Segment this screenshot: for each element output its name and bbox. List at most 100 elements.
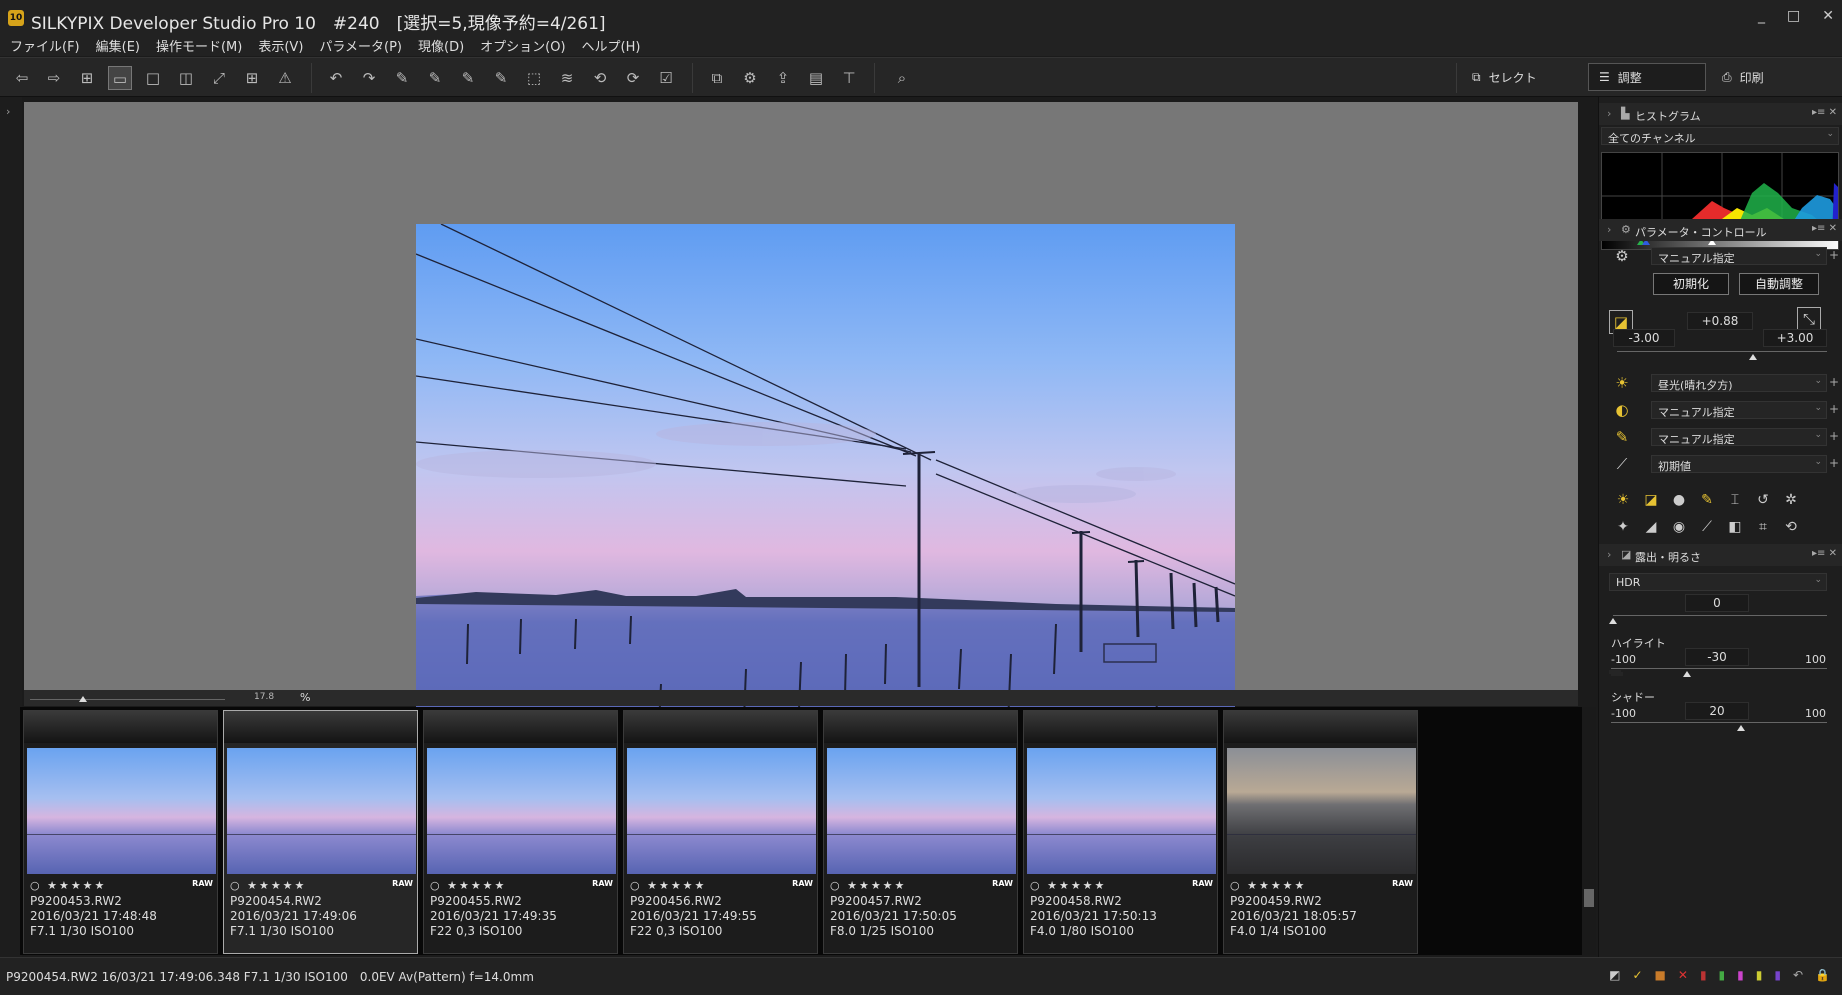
print-status-icon[interactable]: ◩ — [1609, 968, 1620, 982]
label-green-icon[interactable]: ▮ — [1719, 968, 1726, 982]
noise-select[interactable]: 初期値 ⌄ — [1651, 455, 1827, 473]
thumbnail-card[interactable]: ○ ★★★★★ RAW P9200458.RW2 2016/03/21 17:50:1… — [1023, 710, 1218, 954]
menu-view[interactable]: 表示(V) — [258, 34, 311, 56]
checkbox-icon[interactable]: ☑ — [654, 66, 678, 90]
rating-stars[interactable]: ○ ★★★★★ — [430, 879, 506, 892]
close-button[interactable]: ✕ — [1822, 8, 1834, 24]
zoom-slider-knob[interactable] — [79, 696, 88, 702]
check-mark-icon[interactable]: ✓ — [1632, 968, 1642, 982]
label-pink-icon[interactable]: ▮ — [1737, 968, 1744, 982]
compare-view-icon[interactable]: ◫ — [174, 66, 198, 90]
rotate-left-icon[interactable]: ⟲ — [588, 66, 612, 90]
exposure-value-field[interactable]: +0.88 — [1687, 312, 1753, 330]
loupe-icon[interactable]: ⌕ — [890, 66, 914, 90]
mode-print-button[interactable]: ⎙ 印刷 — [1712, 63, 1832, 91]
paste-params-icon[interactable]: ✎ — [423, 66, 447, 90]
menu-file[interactable]: ファイル(F) — [10, 34, 88, 56]
exposure-max-field[interactable]: +3.00 — [1763, 329, 1827, 347]
exposure-panel-header[interactable]: › ◪ 露出・明るさ ▸≡ ✕ — [1599, 544, 1842, 566]
thumbnail-image[interactable] — [627, 748, 816, 874]
add-noise-icon[interactable]: + — [1829, 456, 1839, 470]
label-yellow-icon[interactable]: ▮ — [1756, 968, 1763, 982]
rating-stars[interactable]: ○ ★★★★★ — [30, 879, 106, 892]
menu-parameter[interactable]: パラメータ(P) — [319, 34, 410, 56]
color-tool-icon[interactable]: ● — [1669, 490, 1689, 510]
apply-taste-icon[interactable]: ✎ — [489, 66, 513, 90]
shadow-value-field[interactable]: 20 — [1685, 702, 1749, 720]
layers-icon[interactable]: ≋ — [555, 66, 579, 90]
menu-develop[interactable]: 現像(D) — [418, 34, 472, 56]
monitor-icon[interactable]: ▤ — [804, 66, 828, 90]
mode-select-button[interactable]: ⧉ セレクト — [1462, 63, 1582, 91]
export-icon[interactable]: ⇪ — [771, 66, 795, 90]
panel-menu-close-icon[interactable]: ▸≡ ✕ — [1812, 548, 1837, 559]
undo-icon[interactable]: ↶ — [324, 66, 348, 90]
label-red-icon[interactable]: ▮ — [1700, 968, 1707, 982]
exposure-min-field[interactable]: -3.00 — [1613, 329, 1675, 347]
lock-icon[interactable]: 🔒 — [1815, 968, 1830, 982]
rotate-tool-icon[interactable]: ↺ — [1753, 490, 1773, 510]
rotate-free-tool-icon[interactable]: ⟲ — [1781, 517, 1801, 537]
add-wb-icon[interactable]: + — [1829, 375, 1839, 389]
thumbnail-image[interactable] — [1227, 748, 1416, 874]
highlight-slider-track[interactable] — [1611, 668, 1827, 669]
hdr-value-field[interactable]: 0 — [1685, 594, 1749, 612]
forward-icon[interactable]: ⇨ — [42, 66, 66, 90]
mode-adjust-button[interactable]: ☰ 調整 — [1588, 63, 1706, 91]
add-preset-icon[interactable]: + — [1829, 248, 1839, 262]
rating-stars[interactable]: ○ ★★★★★ — [1230, 879, 1306, 892]
exposure-slider-track[interactable] — [1617, 351, 1827, 352]
warning-icon[interactable]: ⚠ — [273, 66, 297, 90]
menu-option[interactable]: オプション(O) — [480, 34, 573, 56]
eye-tool-icon[interactable]: ◉ — [1669, 517, 1689, 537]
thumbnail-image[interactable] — [227, 748, 416, 874]
tone-select[interactable]: マニュアル指定 ⌄ — [1651, 401, 1827, 419]
rotate-right-icon[interactable]: ⟳ — [621, 66, 645, 90]
thumbnail-card[interactable]: ○ ★★★★★ RAW P9200457.RW2 2016/03/21 17:50:0… — [823, 710, 1018, 954]
auto-adjust-button[interactable]: 自動調整 — [1739, 273, 1819, 295]
preview-pane[interactable] — [24, 102, 1578, 770]
thumbnail-image[interactable] — [27, 748, 216, 874]
batch-develop-icon[interactable]: ⚙ — [738, 66, 762, 90]
reject-icon[interactable]: ✕ — [1678, 968, 1688, 982]
grid-view-icon[interactable]: ⊞ — [75, 66, 99, 90]
menu-edit[interactable]: 編集(E) — [96, 34, 148, 56]
thumbnail-card[interactable]: ○ ★★★★★ RAW P9200454.RW2 2016/03/21 17:49:0… — [223, 710, 418, 954]
thumbnail-card[interactable]: ○ ★★★★★ RAW P9200453.RW2 2016/03/21 17:48:4… — [23, 710, 218, 954]
shadow-slider-knob[interactable] — [1736, 725, 1745, 731]
brush-tool-icon[interactable]: ⟋ — [1697, 517, 1717, 537]
save-taste-icon[interactable]: ✎ — [456, 66, 480, 90]
zoom-slider-track[interactable] — [30, 699, 225, 700]
rating-stars[interactable]: ○ ★★★★★ — [230, 879, 306, 892]
crop-frame-icon[interactable]: ⌶ — [1725, 490, 1745, 510]
sharpness-tool-icon[interactable]: ✎ — [1697, 490, 1717, 510]
scrollbar-thumb[interactable] — [1584, 889, 1594, 907]
histogram-panel-header[interactable]: › ▙ ヒストグラム ▸≡ ✕ — [1599, 103, 1842, 125]
hdr-select[interactable]: HDR ⌄ — [1609, 573, 1827, 591]
preview-photo[interactable] — [416, 224, 1235, 770]
crop-tool-icon[interactable]: ⌗ — [1753, 517, 1773, 537]
param-panel-header[interactable]: › ⚙ パラメータ・コントロール ▸≡ ✕ — [1599, 219, 1842, 241]
spot-tool-icon[interactable]: ✦ — [1613, 517, 1633, 537]
reset-button[interactable]: 初期化 — [1653, 273, 1729, 295]
sharpness-select[interactable]: マニュアル指定 ⌄ — [1651, 428, 1827, 446]
collapse-chevron-icon[interactable]: › — [1607, 107, 1611, 120]
rating-stars[interactable]: ○ ★★★★★ — [630, 879, 706, 892]
copy-params-icon[interactable]: ✎ — [390, 66, 414, 90]
hdr-slider-knob[interactable] — [1609, 618, 1617, 624]
filmstrip-scrollbar[interactable] — [1582, 707, 1596, 955]
thumbnail-card[interactable]: ○ ★★★★★ RAW P9200455.RW2 2016/03/21 17:49:3… — [423, 710, 618, 954]
add-sharpness-icon[interactable]: + — [1829, 429, 1839, 443]
preset-select[interactable]: マニュアル指定 ⌄ — [1651, 247, 1827, 265]
hdr-slider-track[interactable] — [1613, 615, 1827, 616]
label-purple-icon[interactable]: ▮ — [1774, 968, 1781, 982]
develop-icon[interactable]: ⧉ — [705, 66, 729, 90]
grid-overlay-icon[interactable]: ⊞ — [240, 66, 264, 90]
exposure-slider-knob[interactable] — [1748, 354, 1757, 360]
highlight-slider-knob[interactable] — [1682, 671, 1691, 677]
panel-menu-close-icon[interactable]: ▸≡ ✕ — [1812, 107, 1837, 118]
minimize-button[interactable]: _ — [1758, 8, 1765, 24]
shadow-slider-track[interactable] — [1611, 722, 1827, 723]
add-tone-icon[interactable]: + — [1829, 402, 1839, 416]
filmstrip-view-icon[interactable]: ▭ — [108, 66, 132, 90]
